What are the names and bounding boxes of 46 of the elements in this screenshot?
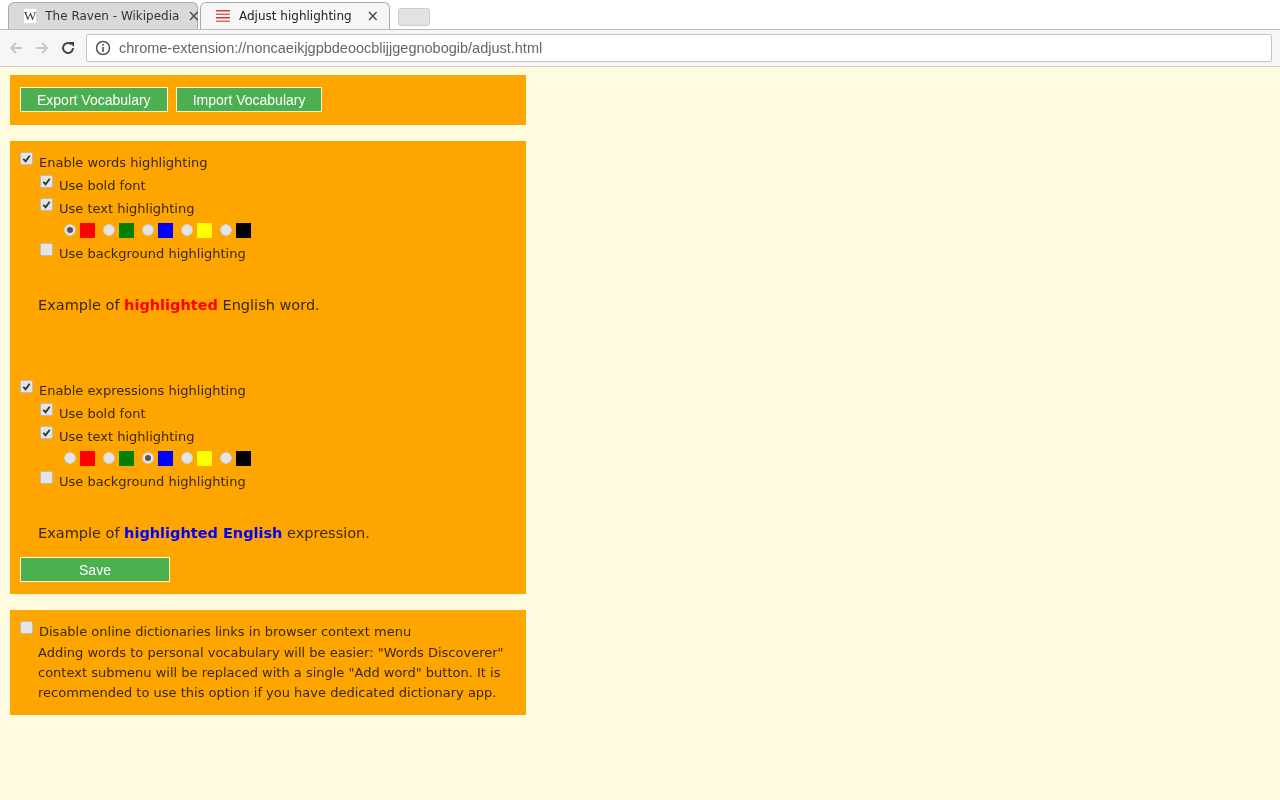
checkbox[interactable] bbox=[20, 152, 33, 165]
radio-button[interactable] bbox=[181, 224, 193, 236]
new-tab-button[interactable] bbox=[398, 8, 430, 26]
tab-title: Adjust highlighting bbox=[239, 9, 353, 23]
radio-button[interactable] bbox=[103, 452, 115, 464]
checkbox-label: Use bold font bbox=[59, 406, 146, 421]
checkbox[interactable] bbox=[40, 175, 53, 188]
checkbox[interactable] bbox=[20, 380, 33, 393]
radio-button[interactable] bbox=[103, 224, 115, 236]
checkbox[interactable] bbox=[40, 471, 53, 484]
example-sentence: Example of highlighted English expression. bbox=[38, 525, 371, 541]
close-icon[interactable]: × bbox=[366, 7, 379, 25]
example-sentence: Example of highlighted English word. bbox=[38, 297, 321, 313]
radio-button[interactable] bbox=[64, 452, 76, 464]
option-description: Adding words to personal vocabulary will be easier: "Words Discoverer" context submenu will be replaced with a single "Add word" button. It is recommended to use this option if you have dedicated dictionary app. bbox=[38, 644, 505, 702]
checkbox-label: Use background highlighting bbox=[59, 474, 246, 489]
tab-title: The Raven - Wikipedia bbox=[45, 9, 180, 23]
radio-button[interactable] bbox=[220, 452, 232, 464]
checkbox[interactable] bbox=[40, 198, 53, 211]
radio-button[interactable] bbox=[220, 224, 232, 236]
radio-button[interactable] bbox=[142, 452, 154, 464]
checkbox-label: Disable online dictionaries links in browser context menu bbox=[39, 624, 412, 639]
radio-button[interactable] bbox=[142, 224, 154, 236]
checkbox-label: Use bold font bbox=[59, 178, 146, 193]
checkbox-label: Enable words highlighting bbox=[39, 155, 208, 170]
radio-button[interactable] bbox=[64, 224, 76, 236]
url-text: chrome-extension://noncaeikjgpbdeoocblijjgegnobogib/adjust.html bbox=[119, 40, 543, 56]
browser-tab[interactable]: Adjust highlighting × bbox=[200, 2, 390, 29]
checkbox-label: Use text highlighting bbox=[59, 429, 195, 444]
lines-icon bbox=[215, 8, 231, 24]
browser-tab[interactable]: W The Raven - Wikipedia × bbox=[8, 2, 198, 29]
checkbox-label: Use text highlighting bbox=[59, 201, 195, 216]
radio-button[interactable] bbox=[181, 452, 193, 464]
checkbox[interactable] bbox=[20, 621, 33, 634]
checkbox[interactable] bbox=[40, 243, 53, 256]
favicon: W bbox=[23, 8, 38, 24]
close-icon[interactable]: × bbox=[187, 7, 200, 25]
reload-icon[interactable] bbox=[60, 40, 76, 56]
checkbox-label: Enable expressions highlighting bbox=[39, 383, 246, 398]
back-icon[interactable] bbox=[8, 40, 24, 56]
checkbox[interactable] bbox=[40, 403, 53, 416]
checkbox[interactable] bbox=[40, 426, 53, 439]
address-bar[interactable]: chrome-extension://noncaeikjgpbdeoocblijjgegnobogib/adjust.html bbox=[86, 34, 1272, 62]
forward-icon[interactable] bbox=[34, 40, 50, 56]
info-icon[interactable] bbox=[95, 40, 111, 56]
checkbox-label: Use background highlighting bbox=[59, 246, 246, 261]
